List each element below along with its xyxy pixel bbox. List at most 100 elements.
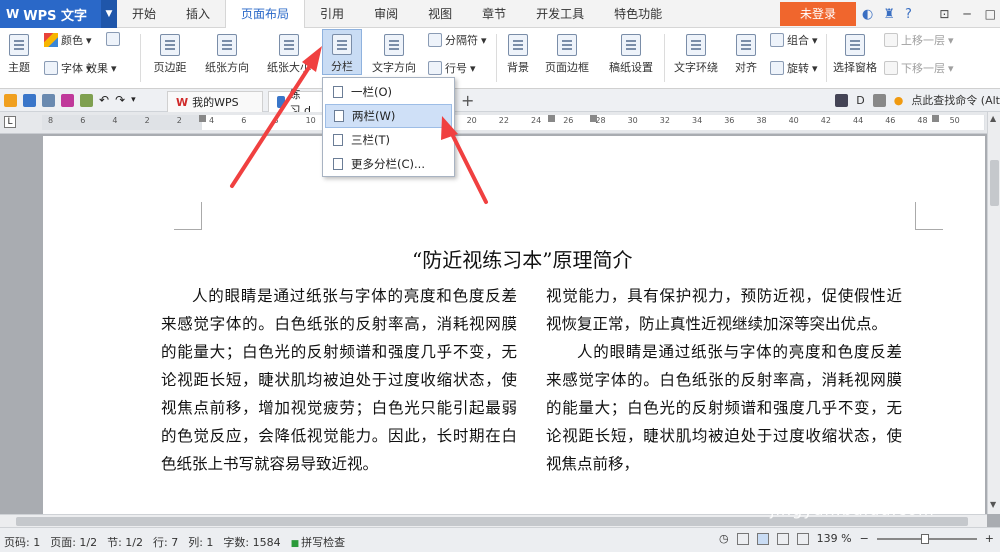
margin-button[interactable]: 页边距 — [146, 30, 194, 75]
help-icon[interactable]: ? — [905, 7, 912, 22]
effect-button[interactable]: 效果 ▾ — [86, 60, 117, 76]
status-row: 行: 7 — [153, 536, 179, 549]
full-screen-icon[interactable] — [736, 532, 749, 545]
chevron-down-icon[interactable]: ▼ — [101, 0, 117, 28]
open-icon[interactable] — [4, 93, 17, 107]
maximize-icon[interactable]: □ — [985, 7, 996, 21]
outline-view-icon[interactable] — [776, 532, 789, 545]
spell-check-button[interactable]: 拼写检查 — [291, 534, 345, 550]
orientation-button[interactable]: 纸张方向 — [198, 30, 256, 75]
text-wrap-button[interactable]: 文字环绕 — [668, 30, 724, 75]
columns-dropdown-menu: 一栏(O) 两栏(W) 三栏(T) 更多分栏(C)... — [322, 77, 455, 177]
group-button[interactable]: 组合 ▾ — [770, 32, 818, 48]
scroll-thumb[interactable] — [990, 160, 999, 206]
tab-document[interactable]: 练习.d — [268, 88, 326, 117]
tab-my-wps[interactable]: W 我的WPS — [167, 91, 263, 112]
command-search[interactable]: 点此查找命令 (Alt — [911, 92, 1000, 108]
tab-page-layout[interactable]: 页面布局 — [225, 0, 306, 29]
menu-item-more-columns[interactable]: 更多分栏(C)... — [323, 152, 454, 176]
tab-developer[interactable]: 开发工具 — [521, 0, 599, 28]
right-indent-marker[interactable] — [932, 115, 939, 122]
theme-button[interactable]: 主题 — [4, 30, 34, 75]
zoom-in-icon[interactable]: + — [985, 532, 994, 545]
layout-icon[interactable] — [872, 93, 886, 107]
zoom-slider-knob[interactable] — [920, 533, 929, 544]
ruler-number: 40 — [788, 116, 799, 125]
page-color-button[interactable] — [106, 32, 120, 46]
vertical-scrollbar[interactable]: ▲ ▼ — [987, 112, 1000, 514]
page-color-icon — [106, 32, 120, 46]
columns-button[interactable]: 分栏 — [322, 29, 362, 75]
color-button[interactable]: 颜色 ▾ — [44, 32, 92, 48]
minimize-icon[interactable]: ─ — [963, 7, 970, 21]
tab-references[interactable]: 引用 — [305, 0, 359, 28]
effect-label: 效果 — [86, 62, 108, 75]
scroll-up-icon[interactable]: ▲ — [990, 114, 996, 123]
new-tab-icon[interactable]: + — [461, 91, 474, 110]
send-backward-button[interactable]: 下移一层 ▾ — [884, 60, 954, 76]
sidebar-icon[interactable] — [835, 93, 849, 107]
export-icon[interactable] — [80, 93, 93, 107]
selection-pane-button[interactable]: 选择窗格 — [830, 30, 880, 75]
align-button[interactable]: 对齐 — [730, 30, 762, 75]
shirt-icon[interactable]: ♜ — [883, 7, 895, 22]
print-preview-icon[interactable] — [42, 93, 55, 107]
zoom-slider[interactable] — [876, 533, 977, 544]
separator-button[interactable]: 分隔符 ▾ — [428, 32, 487, 48]
tab-home[interactable]: 开始 — [117, 0, 171, 28]
menu-item-three-columns[interactable]: 三栏(T) — [323, 128, 454, 152]
tab-view[interactable]: 视图 — [413, 0, 467, 28]
window-controls: ⊡ ─ □ — [939, 0, 996, 28]
line-number-button[interactable]: 行号 ▾ — [428, 60, 476, 76]
bring-forward-button[interactable]: 上移一层 ▾ — [884, 32, 954, 48]
text-direction-button[interactable]: 文字方向 — [366, 30, 422, 75]
chevron-down-icon[interactable]: ▾ — [131, 95, 136, 105]
align-icon — [736, 34, 756, 56]
rotate-button[interactable]: 旋转 ▾ — [770, 60, 818, 76]
protect-icon[interactable]: ◷ — [719, 532, 729, 545]
login-button[interactable]: 未登录 — [780, 2, 856, 26]
ruler-number: 2 — [176, 116, 182, 125]
zoom-value[interactable]: 139 % — [817, 532, 852, 545]
column-marker[interactable] — [548, 115, 555, 122]
tab-insert[interactable]: 插入 — [171, 0, 225, 28]
rotate-icon — [770, 61, 784, 75]
background-button[interactable]: 背景 — [502, 30, 534, 75]
page-view-icon[interactable] — [756, 532, 769, 545]
document-area[interactable]: “防近视练习本”原理简介 人的眼睛是通过纸张与字体的亮度和色度反差来感觉字体的。… — [0, 134, 987, 514]
d-icon[interactable]: D — [856, 94, 864, 107]
scroll-down-icon[interactable]: ▼ — [990, 500, 996, 509]
page-border-button[interactable]: 页面边框 — [540, 30, 594, 75]
ribbon-separator — [664, 34, 665, 82]
tab-features[interactable]: 特色功能 — [599, 0, 677, 28]
status-right: ◷ 139 % − + — [719, 532, 994, 545]
status-word-count[interactable]: 字数: 1584 — [223, 534, 280, 550]
separator-icon — [428, 33, 442, 47]
group-icon — [770, 33, 784, 47]
undo-icon[interactable]: ↶ — [99, 93, 109, 107]
wps-app-menu[interactable]: W WPS 文字 ▼ — [0, 0, 117, 28]
web-view-icon[interactable] — [796, 532, 809, 545]
font-button[interactable]: 字体 ▾ — [44, 60, 92, 76]
tab-stop-selector[interactable]: L — [4, 116, 16, 128]
tab-review[interactable]: 审阅 — [359, 0, 413, 28]
ruler-number: 4 — [112, 116, 118, 125]
status-bar: 页码: 1 页面: 1/2 节: 1/2 行: 7 列: 1 字数: 1584 … — [0, 527, 1000, 552]
document-column-left: 人的眼睛是通过纸张与字体的亮度和色度反差来感觉字体的。白色纸张的反射率高，消耗视… — [161, 282, 517, 478]
horizontal-ruler[interactable]: 8642246810121416182022242628303234363840… — [42, 115, 985, 130]
restore-icon[interactable]: ⊡ — [939, 7, 949, 21]
zoom-out-icon[interactable]: − — [860, 532, 869, 545]
skin-icon[interactable]: ◐ — [862, 7, 873, 22]
column-marker[interactable] — [590, 115, 597, 122]
indent-marker[interactable] — [199, 115, 206, 122]
menu-item-one-column[interactable]: 一栏(O) — [323, 80, 454, 104]
ribbon-separator — [140, 34, 141, 82]
redo-icon[interactable]: ↷ — [115, 93, 125, 107]
tab-chapter[interactable]: 章节 — [467, 0, 521, 28]
document-title: “防近视练习本”原理简介 — [412, 248, 633, 272]
manuscript-button[interactable]: 稿纸设置 — [604, 30, 658, 75]
print-icon[interactable] — [61, 93, 74, 107]
paper-size-button[interactable]: 纸张大小 — [260, 30, 318, 75]
save-icon[interactable] — [23, 93, 36, 107]
menu-item-two-columns[interactable]: 两栏(W) — [325, 104, 452, 128]
